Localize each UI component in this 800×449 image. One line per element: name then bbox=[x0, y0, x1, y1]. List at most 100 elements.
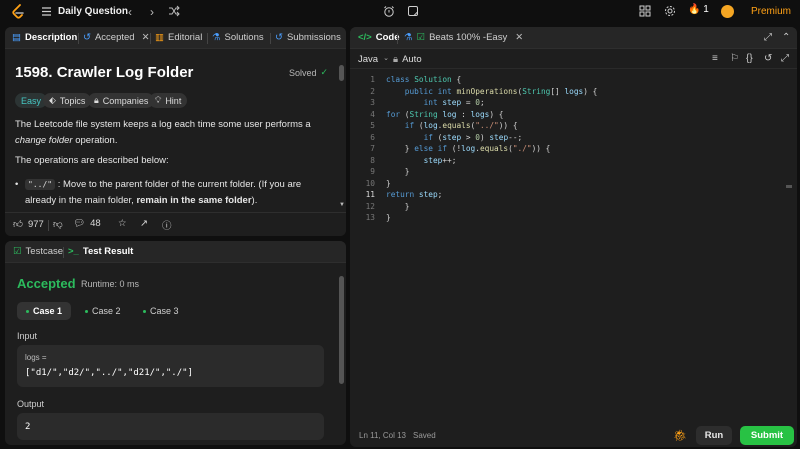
flask-icon: ⚗ bbox=[404, 32, 413, 43]
code-line: if (log.equals("../")) { bbox=[404, 121, 518, 130]
problem-paragraph-1: The Leetcode file system keeps a log eac… bbox=[15, 119, 311, 146]
next-problem-icon[interactable]: › bbox=[150, 5, 154, 19]
history-icon: ↺ bbox=[275, 32, 283, 43]
fullscreen-icon[interactable]: ⤢ bbox=[781, 53, 789, 64]
daily-question-title[interactable]: Daily Question bbox=[58, 6, 128, 17]
problem-title[interactable]: 1598. Crawler Log Folder bbox=[15, 64, 193, 81]
lock-icon: 🔒︎ bbox=[94, 95, 99, 105]
leetcode-logo-icon[interactable] bbox=[11, 4, 25, 20]
input-label: Input bbox=[17, 331, 38, 341]
solved-status: Solved ✓ bbox=[289, 67, 329, 78]
output-box: 2 bbox=[17, 413, 324, 440]
problem-paragraph-2: The operations are described below: bbox=[15, 155, 169, 166]
tag-icon: ⬖ bbox=[49, 95, 56, 105]
help-button[interactable]: ⓘ bbox=[162, 218, 172, 232]
auto-mode-toggle[interactable]: 🔒︎ Auto bbox=[393, 54, 422, 65]
chevron-down-icon: ⌄ bbox=[383, 55, 389, 62]
code-line: } bbox=[386, 213, 391, 222]
code-line: return step; bbox=[386, 190, 443, 199]
code-line: for (String log : logs) { bbox=[386, 109, 504, 119]
tab-code[interactable]: </> Code bbox=[358, 32, 400, 43]
case-tab-1[interactable]: Case 1 bbox=[17, 302, 72, 320]
streak-counter[interactable]: 🔥 1 bbox=[688, 4, 709, 15]
debug-bug-icon[interactable]: 🐞︎ bbox=[673, 429, 687, 442]
companies-chip[interactable]: 🔒︎ Companies bbox=[88, 93, 155, 108]
tab-beats[interactable]: ⚗ ☑ Beats 100% -Easy ✕ bbox=[404, 32, 523, 43]
tab-accepted[interactable]: ↺ Accepted ✕ bbox=[83, 32, 150, 43]
output-value: 2 bbox=[25, 422, 31, 432]
code-editor[interactable]: 1 2 3 4 5 6 7 8 9 10 11 12 13 class Solu… bbox=[350, 72, 792, 427]
code-line: } bbox=[386, 178, 391, 188]
code-brackets-icon: </> bbox=[358, 32, 372, 43]
question-icon: ⓘ bbox=[162, 221, 172, 232]
notes-icon[interactable] bbox=[407, 5, 419, 17]
top-bar: Daily Question ‹ › 🔥 1 Premium bbox=[0, 0, 800, 24]
save-status: Saved bbox=[413, 431, 436, 440]
pass-dot-icon bbox=[26, 309, 29, 313]
timer-icon[interactable] bbox=[383, 5, 395, 17]
share-icon: ↗ bbox=[140, 218, 148, 229]
check-box-icon: ☑ bbox=[416, 32, 426, 43]
bullet-item: • "../" : Move to the parent folder of t… bbox=[15, 179, 302, 206]
premium-link[interactable]: Premium bbox=[751, 6, 791, 17]
checkbox-icon: ☑ bbox=[13, 246, 22, 257]
check-circle-icon: ✓ bbox=[320, 67, 329, 77]
comment-icon: 💬︎ bbox=[73, 218, 86, 229]
thumbs-down-icon: 👎︎ bbox=[53, 219, 63, 230]
lightbulb-icon: 💡︎ bbox=[155, 95, 162, 105]
tab-testcase[interactable]: ☑ Testcase bbox=[13, 246, 63, 257]
pass-dot-icon bbox=[143, 309, 146, 313]
submit-button[interactable]: Submit bbox=[740, 426, 794, 445]
collapse-icon[interactable]: ⌃ bbox=[782, 32, 790, 43]
description-scrollbar[interactable] bbox=[339, 65, 344, 81]
tab-description[interactable]: ▤ Description bbox=[12, 32, 77, 43]
book-icon: ▥ bbox=[155, 32, 164, 43]
favorite-button[interactable]: ☆ bbox=[118, 218, 127, 229]
maximize-icon[interactable]: ⤢ bbox=[764, 32, 772, 43]
coin-icon[interactable] bbox=[721, 5, 734, 18]
history-icon: ↺ bbox=[83, 32, 91, 43]
case-tab-2[interactable]: Case 2 bbox=[76, 302, 130, 320]
editor-toolbar: Java ⌄ 🔒︎ Auto ≡ ⚐ {} ↺ ⤢ bbox=[350, 49, 797, 69]
description-doc-icon: ▤ bbox=[12, 32, 21, 43]
code-line: } bbox=[404, 201, 410, 211]
problem-list-icon[interactable] bbox=[41, 6, 52, 17]
comments-button[interactable]: 💬︎ 48 bbox=[73, 218, 101, 229]
reset-icon[interactable]: ↺ bbox=[764, 53, 772, 64]
language-selector[interactable]: Java ⌄ bbox=[358, 54, 389, 65]
share-button[interactable]: ↗ bbox=[140, 218, 148, 229]
tab-test-result[interactable]: >_ Test Result bbox=[68, 246, 133, 257]
run-button[interactable]: Run bbox=[696, 426, 732, 445]
result-scrollbar[interactable] bbox=[339, 276, 344, 384]
tab-submissions[interactable]: ↺ Submissions bbox=[275, 32, 341, 43]
tab-solutions[interactable]: ⚗ Solutions bbox=[212, 32, 264, 43]
tab-editorial[interactable]: ▥ Editorial bbox=[155, 32, 202, 43]
terminal-icon: >_ bbox=[68, 246, 79, 257]
fire-icon: 🔥 bbox=[688, 4, 701, 15]
output-label: Output bbox=[17, 399, 45, 409]
flask-icon: ⚗ bbox=[212, 32, 221, 43]
bookmark-icon[interactable]: ⚐ bbox=[730, 53, 739, 64]
input-variable: logs = bbox=[25, 353, 47, 362]
hint-chip[interactable]: 💡︎ Hint bbox=[149, 93, 188, 108]
layout-icon[interactable] bbox=[639, 5, 651, 17]
close-tab-icon[interactable]: ✕ bbox=[142, 32, 150, 43]
editor-tab-bar: </> Code ⚗ ☑ Beats 100% -Easy ✕ ⤢ ⌃ bbox=[350, 27, 797, 49]
braces-icon[interactable]: {} bbox=[746, 53, 753, 64]
code-line: } else if (!log.equals("./")) { bbox=[404, 144, 551, 153]
prev-problem-icon[interactable]: ‹ bbox=[128, 5, 132, 19]
lock-icon: 🔒︎ bbox=[393, 54, 399, 65]
close-tab-icon[interactable]: ✕ bbox=[515, 32, 523, 43]
like-button[interactable]: 👍︎ 977 bbox=[13, 218, 44, 231]
scroll-down-icon[interactable]: ▼ bbox=[339, 202, 345, 208]
settings-gear-icon[interactable] bbox=[664, 5, 676, 17]
code-line: if (step > 0) step--; bbox=[423, 132, 523, 142]
dislike-button[interactable]: 👎︎ bbox=[53, 218, 63, 230]
thumbs-up-icon: 👍︎ bbox=[13, 219, 23, 230]
case-tab-3[interactable]: Case 3 bbox=[134, 302, 188, 320]
shuffle-icon[interactable] bbox=[168, 5, 180, 17]
result-status: Accepted bbox=[17, 276, 76, 291]
cursor-position: Ln 11, Col 13 bbox=[359, 431, 406, 440]
format-icon[interactable]: ≡ bbox=[712, 53, 718, 64]
topics-chip[interactable]: ⬖ Topics bbox=[43, 93, 92, 108]
